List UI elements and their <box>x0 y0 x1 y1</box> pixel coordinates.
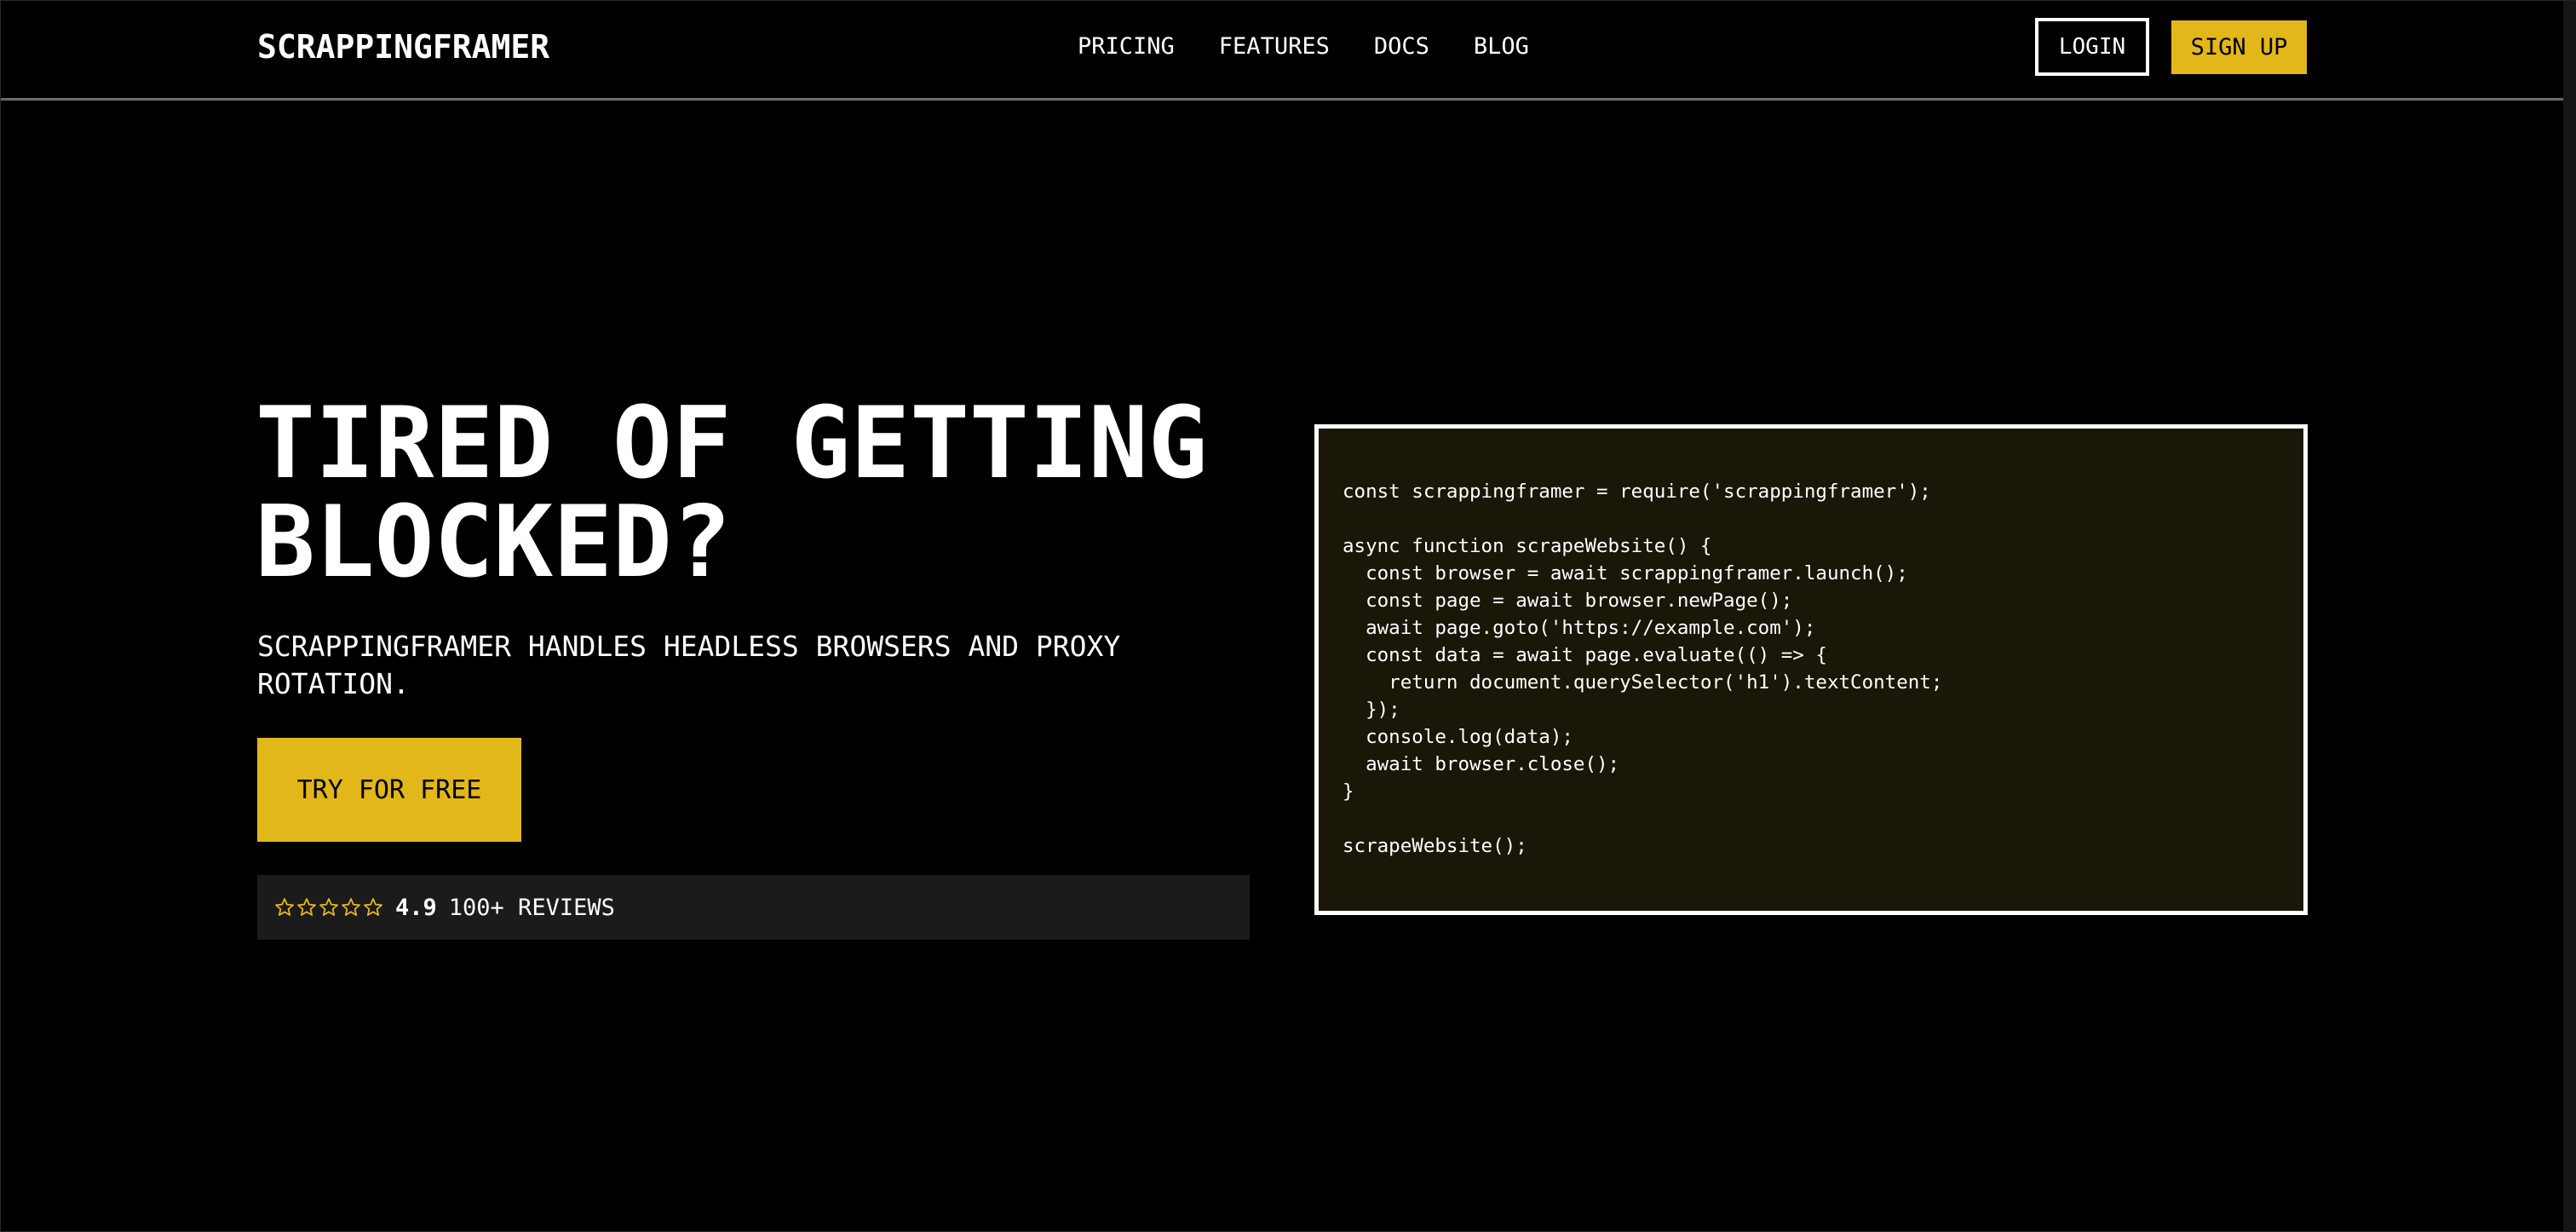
nav-link-blog[interactable]: BLOG <box>1474 32 1529 61</box>
star-icon <box>342 898 360 916</box>
hero-subtitle: SCRAPPINGFRAMER HANDLES HEADLESS BROWSER… <box>257 630 1121 700</box>
star-icon <box>297 898 316 916</box>
login-button[interactable]: LOGIN <box>2035 18 2149 76</box>
code-snippet: const scrappingframer = require('scrappi… <box>1343 481 1943 857</box>
hero-title-line-1: TIRED OF GETTING <box>256 386 1208 501</box>
browser-viewport: SCRAPPINGFRAMER PRICING FEATURES DOCS BL… <box>0 0 2576 1232</box>
main-nav: PRICING FEATURES DOCS BLOG <box>1078 32 1529 61</box>
star-icon <box>364 898 382 916</box>
reviews-count: 100+ REVIEWS <box>448 894 615 921</box>
star-rating <box>274 897 383 918</box>
nav-link-pricing[interactable]: PRICING <box>1078 32 1175 61</box>
reviews-bar: 4.9 100+ REVIEWS <box>257 875 1250 940</box>
signup-button[interactable]: SIGN UP <box>2171 20 2307 74</box>
hero-title-line-2: BLOCKED? <box>256 485 732 600</box>
site-logo[interactable]: SCRAPPINGFRAMER <box>257 27 549 66</box>
nav-link-docs[interactable]: DOCS <box>1374 32 1429 61</box>
site-header: SCRAPPINGFRAMER PRICING FEATURES DOCS BL… <box>1 1 2563 101</box>
star-icon <box>319 898 338 916</box>
try-for-free-button[interactable]: TRY FOR FREE <box>257 738 521 842</box>
nav-link-features[interactable]: FEATURES <box>1219 32 1330 61</box>
star-icon <box>275 898 294 916</box>
hero-title: TIRED OF GETTING BLOCKED? <box>256 394 1207 592</box>
code-example-panel: const scrappingframer = require('scrappi… <box>1314 424 2308 915</box>
rating-value: 4.9 <box>395 894 437 921</box>
